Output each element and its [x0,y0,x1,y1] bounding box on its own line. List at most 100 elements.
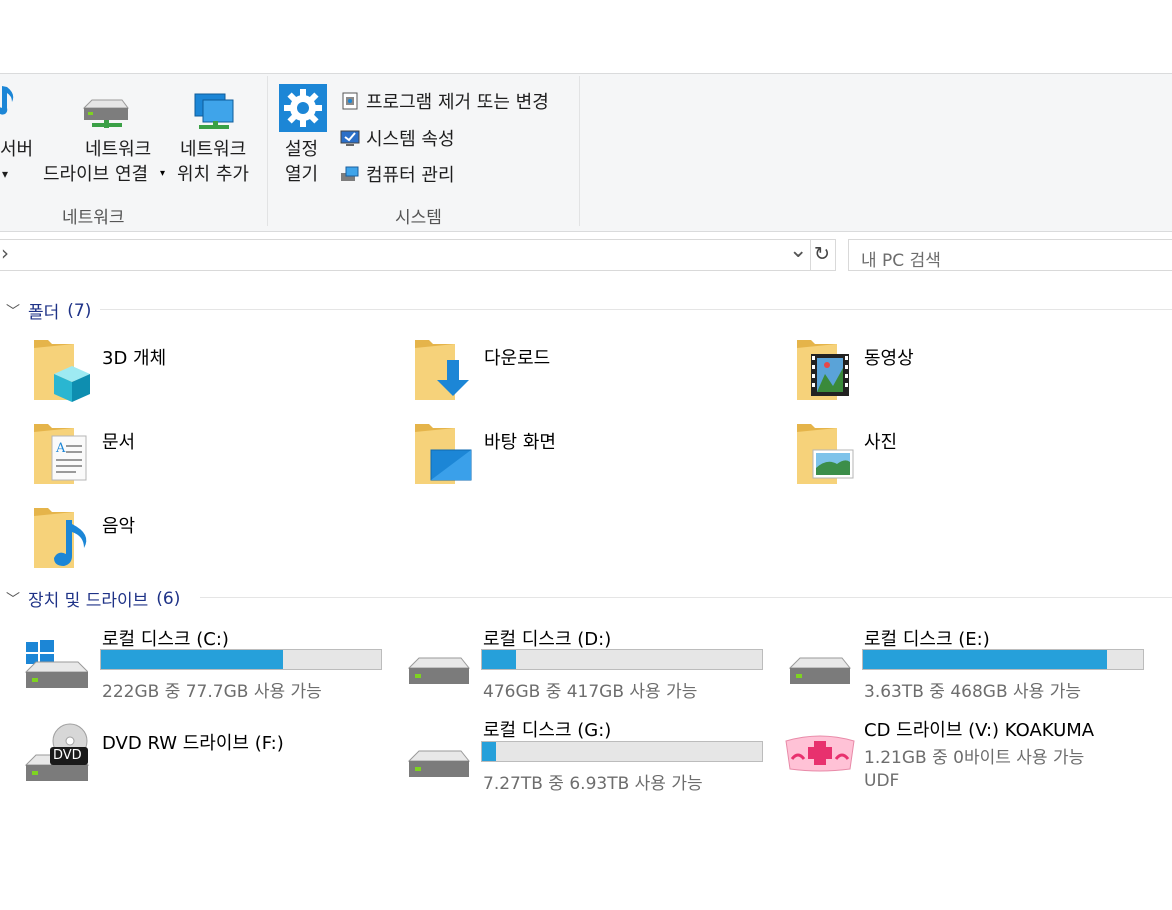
folder-label: 바탕 화면 [484,432,556,453]
refresh-icon: ↻ [814,243,830,265]
drive-e[interactable]: 로컬 디스크 (E:) 3.63TB 중 468GB 사용 가능 [786,622,1156,702]
drive-name: 로컬 디스크 (D:) [483,629,612,650]
drive-v[interactable]: CD 드라이브 (V:) KOAKUMA 1.21GB 중 0바이트 사용 가능… [784,715,1164,795]
drive-filesystem: UDF [864,771,900,791]
drive-space-text: 7.27TB 중 6.93TB 사용 가능 [483,774,703,794]
folders-section-header[interactable]: ﹀ 폴더 (7) [6,298,92,324]
drive-space-text: 222GB 중 77.7GB 사용 가능 [102,682,322,702]
network-group-label: 네트워크 [62,208,125,228]
drive-space-text: 3.63TB 중 468GB 사용 가능 [864,682,1081,702]
folder-desktop[interactable]: 바탕 화면 [411,422,771,490]
add-network-location-label-2: 위치 추가 [177,164,249,185]
documents-folder-icon: A [34,424,87,484]
drive-space-text: 476GB 중 417GB 사용 가능 [483,682,698,702]
drives-section-header[interactable]: ﹀ 장치 및 드라이브 (6) [6,586,181,612]
folder-3d-objects[interactable]: 3D 개체 [30,338,390,406]
folder-documents[interactable]: A 문서 [30,422,390,490]
drive-d[interactable]: 로컬 디스크 (D:) 476GB 중 417GB 사용 가능 [405,622,775,702]
drive-usage-bar [100,649,382,670]
drive-name: 로컬 디스크 (C:) [102,629,229,650]
music-note-icon [0,86,14,115]
folder-label: 문서 [102,432,136,453]
drives-section-title: 장치 및 드라이브 [28,591,149,611]
chevron-down-icon: ﹀ [6,591,20,608]
system-properties-icon [340,130,360,146]
folder-label: 다운로드 [484,348,551,369]
chevron-right-icon[interactable]: › [1,241,9,265]
folder-music[interactable]: 음악 [30,506,390,574]
settings-label-1: 설정 [285,139,319,160]
system-properties-button[interactable]: 시스템 속성 [340,124,455,152]
3d-objects-folder-icon [34,340,90,402]
add-network-location-label-1: 네트워크 [180,139,247,160]
divider [200,597,1172,598]
settings-label-2: 열기 [285,164,319,185]
folder-videos[interactable]: 동영상 [793,338,1153,406]
program-icon [342,92,358,110]
map-network-drive-label-1: 네트워크 [85,139,152,160]
media-server-dropdown: ▾ [2,167,9,181]
drive-usage-fill [482,650,516,669]
uninstall-program-label: 프로그램 제거 또는 변경 [366,92,549,113]
drive-usage-bar [862,649,1144,670]
address-dropdown-icon[interactable]: ⌄ [789,238,807,263]
drive-usage-fill [101,650,283,669]
drive-name: 로컬 디스크 (G:) [483,720,612,741]
map-network-drive-button[interactable]: 네트워크 드라이브 연결 ▾ [40,82,170,192]
videos-folder-icon [797,340,849,400]
divider [100,309,1172,310]
map-network-drive-label-2: 드라이브 연결 [43,164,149,185]
folder-downloads[interactable]: 다운로드 [411,338,771,406]
desktop-folder-icon [415,424,472,484]
folder-pictures[interactable]: 사진 [793,422,1153,490]
svg-text:A: A [55,441,66,456]
uninstall-program-button[interactable]: 프로그램 제거 또는 변경 [340,87,549,115]
ribbon-separator [579,76,580,226]
drive-f[interactable]: DVD DVD RW 드라이브 (F:) [22,715,392,795]
windows-drive-icon [24,640,88,688]
drive-g[interactable]: 로컬 디스크 (G:) 7.27TB 중 6.93TB 사용 가능 [405,715,775,795]
drive-name: DVD RW 드라이브 (F:) [102,733,284,754]
pictures-folder-icon [797,424,854,484]
downloads-folder-icon [415,340,469,400]
gear-icon [279,84,327,132]
media-server-label: 서버 [0,139,34,160]
media-server-button[interactable]: 서버 ▾ [0,82,40,192]
search-placeholder: 내 PC 검색 [861,251,941,271]
open-settings-button[interactable]: 설정 열기 [277,82,332,192]
search-input[interactable]: 내 PC 검색 [848,239,1172,271]
hard-drive-icon [788,657,852,684]
address-bar[interactable]: › ⌄ [0,238,835,271]
ribbon-separator [267,76,268,226]
chevron-down-icon: ▾ [160,168,166,179]
computer-management-label: 컴퓨터 관리 [366,165,455,186]
drives-section-count: (6) [156,588,181,609]
refresh-button[interactable]: ↻ [810,239,836,271]
chevron-down-icon: ﹀ [6,303,20,320]
drive-name: CD 드라이브 (V:) KOAKUMA [864,720,1095,741]
folder-label: 동영상 [864,348,914,369]
drive-c[interactable]: 로컬 디스크 (C:) 222GB 중 77.7GB 사용 가능 [22,622,392,702]
network-location-icon [194,93,234,129]
hard-drive-icon [407,657,471,684]
drive-name: 로컬 디스크 (E:) [864,629,990,650]
hard-drive-icon [407,750,471,777]
folders-section-title: 폴더 [28,303,60,323]
drive-usage-bar [481,649,763,670]
dvd-badge: DVD [53,748,82,763]
folder-label: 음악 [102,516,136,537]
drive-space-text: 1.21GB 중 0바이트 사용 가능 [864,748,1085,768]
drive-usage-fill [482,742,496,761]
folders-section-count: (7) [67,300,92,321]
computer-management-button[interactable]: 컴퓨터 관리 [340,160,455,188]
folder-label: 3D 개체 [102,348,167,369]
system-group-label: 시스템 [395,208,442,228]
add-network-location-button[interactable]: 네트워크 위치 추가 [175,82,265,192]
computer-management-icon [341,166,359,181]
folder-label: 사진 [864,432,898,453]
drive-usage-bar [481,741,763,762]
drive-usage-fill [863,650,1107,669]
cd-drive-icon [785,735,855,772]
music-folder-icon [34,508,87,568]
system-properties-label: 시스템 속성 [366,129,455,150]
